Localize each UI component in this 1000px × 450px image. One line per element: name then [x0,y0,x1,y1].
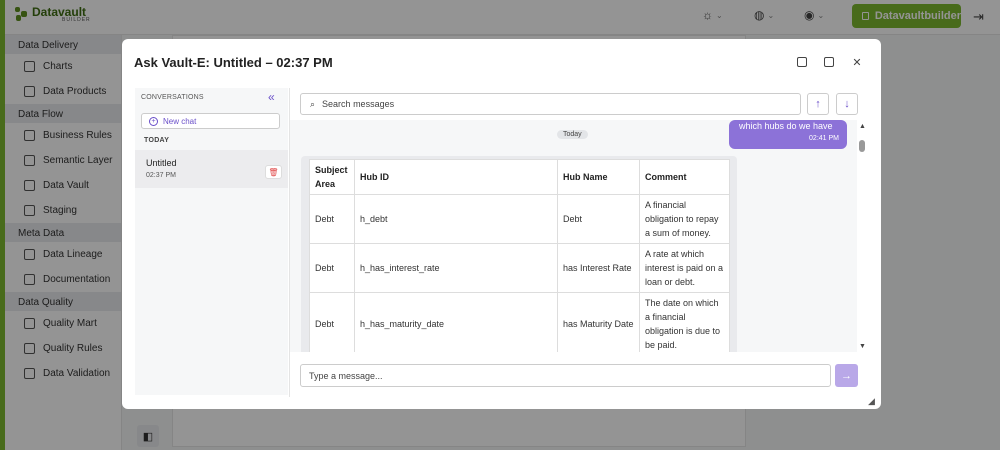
table-cell: h_debt [354,194,558,244]
conversation-item[interactable]: Untitled 02:37 PM 🗑 [135,150,288,188]
date-divider: Today [557,130,588,139]
dialog-title: Ask Vault-E: Untitled – 02:37 PM [134,55,333,70]
user-message-text: which hubs do we have [739,121,833,131]
table-row: Debt h_debt Debt A financial obligation … [309,194,730,244]
search-placeholder: Search messages [322,99,395,109]
table-cell: has Maturity Date [557,292,640,352]
resize-handle-icon[interactable]: ◢ [868,396,875,407]
table-cell: has Interest Rate [557,243,640,293]
table-cell: Debt [309,292,355,352]
scroll-down-icon[interactable]: ▼ [859,343,866,350]
table-cell: A financial obligation to repay a sum of… [639,194,730,244]
table-row: Debt h_has_maturity_date has Maturity Da… [309,292,730,352]
column-header: Hub ID [354,159,558,195]
hubs-table: Subject Area Hub ID Hub Name Comment Deb… [309,159,730,352]
plus-icon: + [149,116,158,126]
arrow-down-icon: ↓ [844,98,850,110]
previous-match-button[interactable]: ↑ [807,93,829,115]
trash-icon[interactable]: 🗑 [265,165,282,179]
search-messages-input[interactable]: ⌕ Search messages [300,93,801,115]
message-input[interactable]: Type a message... [300,364,831,387]
new-chat-button[interactable]: + New chat [141,113,280,129]
message-placeholder: Type a message... [309,370,383,381]
arrow-right-icon: → [841,369,852,382]
conversations-heading: CONVERSATIONS [141,94,204,101]
column-header: Comment [639,159,730,195]
table-cell: The date on which a financial obligation… [639,292,730,352]
new-chat-label: New chat [163,116,197,126]
table-header-row: Subject Area Hub ID Hub Name Comment [309,159,730,195]
close-icon[interactable]: ✕ [850,55,864,69]
table-cell: Debt [309,243,355,293]
arrow-up-icon: ↑ [815,98,821,110]
user-message-time: 02:41 PM [809,135,839,142]
message-list[interactable]: Today which hubs do we have 02:41 PM Sub… [290,120,857,352]
send-button[interactable]: → [835,364,858,387]
next-match-button[interactable]: ↓ [836,93,858,115]
conversation-group-label: TODAY [144,137,170,144]
table-row: Debt h_has_interest_rate has Interest Ra… [309,243,730,293]
conversation-name: Untitled [146,158,177,168]
table-cell: A rate at which interest is paid on a lo… [639,243,730,293]
ask-vault-e-dialog: Ask Vault-E: Untitled – 02:37 PM ✕ CONVE… [122,39,881,409]
table-cell: Debt [557,194,640,244]
scroll-up-icon[interactable]: ▲ [859,123,866,130]
table-cell: h_has_interest_rate [354,243,558,293]
conversation-time: 02:37 PM [146,172,176,179]
collapse-panel-icon[interactable]: « [268,90,275,104]
table-cell: h_has_maturity_date [354,292,558,352]
assistant-message: Subject Area Hub ID Hub Name Comment Deb… [301,156,737,352]
minimize-icon[interactable] [795,55,809,69]
column-header: Subject Area [309,159,355,195]
search-icon: ⌕ [310,98,316,109]
scrollbar-thumb[interactable] [859,140,865,152]
column-header: Hub Name [557,159,640,195]
expand-icon[interactable] [822,55,836,69]
conversations-panel: CONVERSATIONS « + New chat TODAY Untitle… [135,88,288,395]
user-message: which hubs do we have 02:41 PM [729,120,847,149]
table-cell: Debt [309,194,355,244]
